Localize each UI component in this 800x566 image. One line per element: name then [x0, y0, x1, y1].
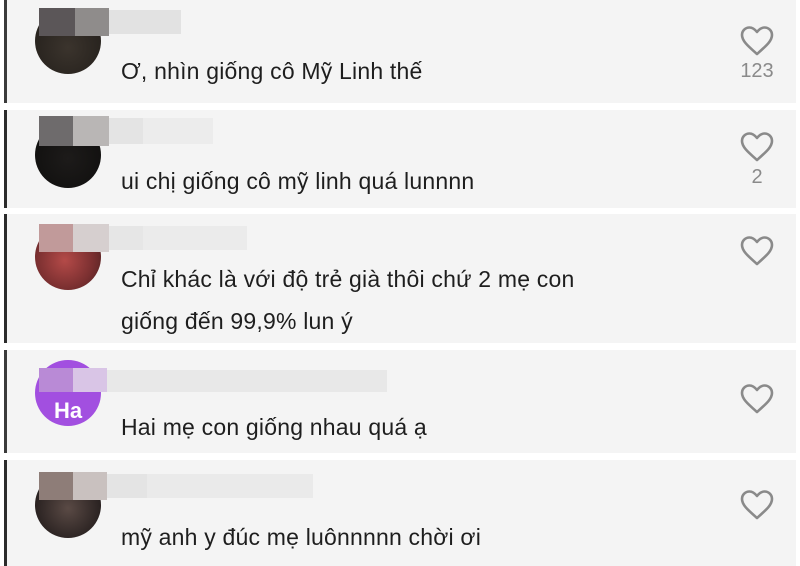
- comment-text-line: giống đến 99,9% lun ý: [121, 308, 353, 334]
- like-button[interactable]: [737, 384, 777, 414]
- comment-text: mỹ anh y đúc mẹ luônnnnn chời ơi: [121, 524, 482, 550]
- heart-outline-icon: [740, 26, 774, 56]
- like-button[interactable]: 2: [737, 132, 777, 189]
- like-button[interactable]: 123: [737, 26, 777, 83]
- comment-item: mỹ anh y đúc mẹ luônnnnn chời ơi: [4, 460, 796, 566]
- heart-outline-icon: [740, 384, 774, 414]
- heart-outline-icon: [740, 132, 774, 162]
- comment-text: ui chị giống cô mỹ linh quá lunnnn: [121, 168, 475, 194]
- heart-outline-icon: [740, 236, 774, 266]
- like-button[interactable]: [737, 236, 777, 266]
- like-button[interactable]: [737, 490, 777, 520]
- like-count: 123: [740, 60, 774, 82]
- like-count: 2: [751, 166, 763, 188]
- heart-outline-icon: [740, 490, 774, 520]
- comment-text-line: Chỉ khác là với độ trẻ già thôi chứ 2 mẹ…: [121, 266, 575, 292]
- comment-item: Ha Hai mẹ con giống nhau quá ạ: [4, 350, 796, 453]
- comment-text: Ơ, nhìn giống cô Mỹ Linh thế: [121, 58, 423, 84]
- comment-text: Hai mẹ con giống nhau quá ạ: [121, 414, 427, 440]
- comment-item: Ơ, nhìn giống cô Mỹ Linh thế 123: [4, 0, 796, 103]
- comment-item: Chỉ khác là với độ trẻ già thôi chứ 2 mẹ…: [4, 214, 796, 343]
- avatar-initials: Ha: [53, 398, 83, 423]
- comment-item: ui chị giống cô mỹ linh quá lunnnn 2: [4, 110, 796, 208]
